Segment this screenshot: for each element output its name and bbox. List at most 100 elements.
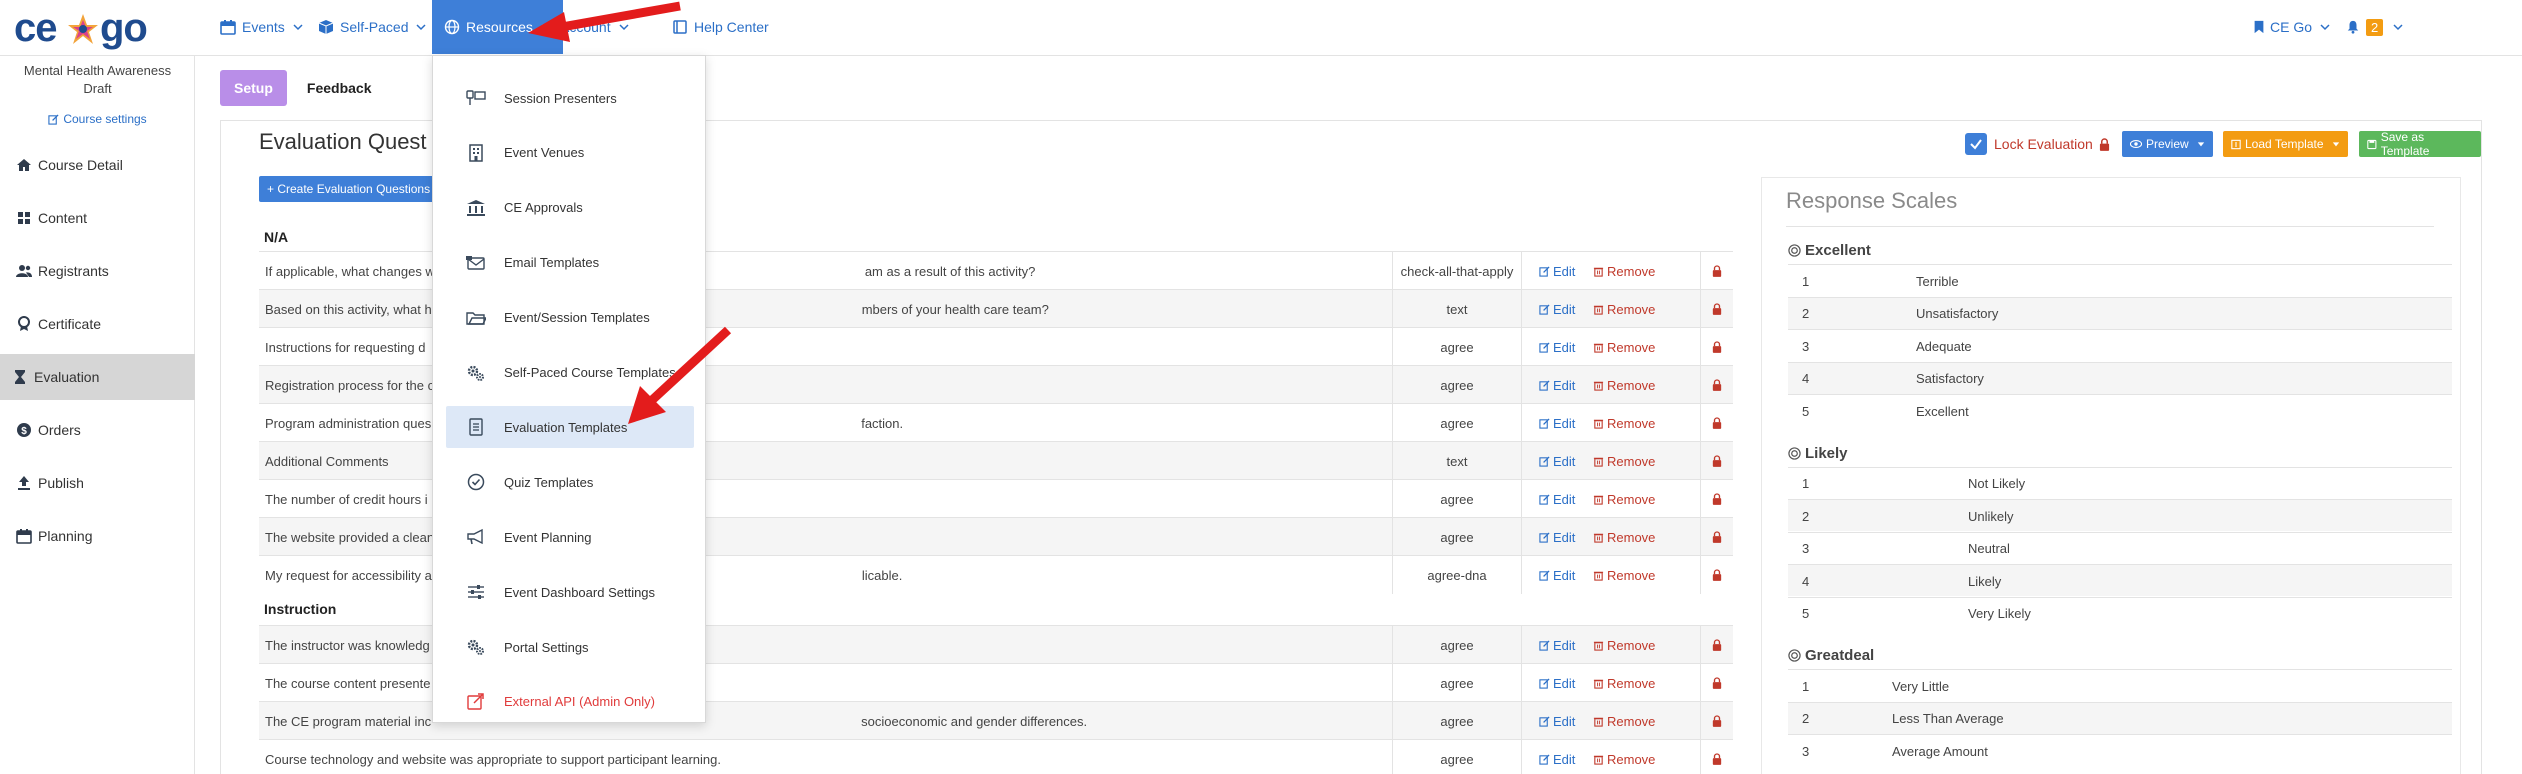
menu-item-event-session-templates[interactable]: Event/Session Templates	[446, 297, 694, 339]
menu-item-label: Event/Session Templates	[504, 310, 650, 326]
menu-item-evaluation-templates[interactable]: Evaluation Templates	[446, 406, 694, 449]
edit-question-button[interactable]: Edit	[1539, 442, 1575, 480]
edit-question-button[interactable]: Edit	[1539, 556, 1575, 594]
lock-icon	[1712, 265, 1722, 277]
course-settings-link[interactable]: Course settings	[0, 112, 195, 126]
edit-icon	[48, 113, 59, 125]
nav-events[interactable]: Events	[220, 0, 303, 54]
edit-question-button[interactable]: Edit	[1539, 366, 1575, 404]
edit-question-button[interactable]: Edit	[1539, 290, 1575, 328]
target-icon	[1788, 446, 1801, 460]
scale-value: 1	[1802, 273, 1810, 289]
sidebar-item-content[interactable]: Content	[0, 195, 195, 241]
remove-question-button[interactable]: Remove	[1593, 366, 1655, 404]
remove-question-button[interactable]: Remove	[1593, 556, 1655, 594]
sidebar-item-orders[interactable]: $ Orders	[0, 407, 195, 453]
tab-feedback[interactable]: Feedback	[293, 70, 386, 106]
edit-question-button[interactable]: Edit	[1539, 626, 1575, 664]
menu-item-external-api-admin-only[interactable]: External API (Admin Only)	[446, 681, 694, 723]
lock-icon	[1712, 677, 1722, 689]
course-settings-label: Course settings	[63, 112, 147, 126]
question-text-start: The number of credit hours i	[265, 491, 428, 507]
preview-button[interactable]: Preview	[2122, 131, 2213, 157]
scale-label: Very Likely	[1968, 606, 2031, 621]
box-icon	[318, 20, 334, 34]
trash-icon	[1593, 641, 1604, 651]
scale-label: Terrible	[1916, 273, 1959, 289]
save-as-template-button[interactable]: Save as Template	[2359, 130, 2481, 158]
edit-question-button[interactable]: Edit	[1539, 740, 1575, 774]
remove-question-button[interactable]: Remove	[1593, 480, 1655, 518]
remove-question-button[interactable]: Remove	[1593, 252, 1655, 290]
scale-row: 1 Not Likely	[1788, 466, 2452, 499]
edit-label: Edit	[1553, 377, 1576, 393]
menu-item-portal-settings[interactable]: Portal Settings	[446, 626, 694, 668]
scale-name: Excellent	[1805, 242, 1871, 259]
edit-question-button[interactable]: Edit	[1539, 702, 1575, 740]
edit-label: Edit	[1553, 713, 1576, 729]
nav-resources[interactable]: Resources	[432, 0, 563, 54]
scale-label: Unlikely	[1968, 508, 2014, 524]
menu-item-quiz-templates[interactable]: Quiz Templates	[446, 461, 694, 503]
users-icon	[16, 265, 32, 277]
ce-go-logo[interactable]: ce go	[14, 4, 154, 52]
remove-question-button[interactable]: Remove	[1593, 404, 1655, 442]
remove-question-button[interactable]: Remove	[1593, 702, 1655, 740]
sidebar-item-publish[interactable]: Publish	[0, 460, 195, 506]
menu-item-email-templates[interactable]: Email Templates	[446, 242, 694, 284]
menu-item-self-paced-course-templates[interactable]: Self-Paced Course Templates	[446, 352, 694, 394]
remove-question-button[interactable]: Remove	[1593, 290, 1655, 328]
question-text-start: Course technology and website was approp…	[265, 751, 721, 767]
question-lock	[1700, 626, 1733, 664]
question-text-start: The course content presente	[265, 675, 431, 691]
nav-notifications[interactable]: 2	[2346, 0, 2403, 54]
lock-evaluation-checkbox[interactable]	[1965, 133, 1987, 155]
remove-label: Remove	[1607, 263, 1656, 279]
remove-question-button[interactable]: Remove	[1593, 328, 1655, 366]
load-template-button[interactable]: Load Template	[2223, 131, 2348, 157]
edit-question-button[interactable]: Edit	[1539, 328, 1575, 366]
cogs-icon	[467, 639, 484, 655]
edit-question-button[interactable]: Edit	[1539, 404, 1575, 442]
remove-label: Remove	[1607, 751, 1656, 767]
scale-value: 3	[1802, 541, 1810, 556]
tab-setup[interactable]: Setup	[220, 70, 287, 106]
sidebar-item-certificate[interactable]: Certificate	[0, 301, 195, 347]
edit-icon	[1539, 493, 1550, 505]
edit-question-button[interactable]: Edit	[1539, 480, 1575, 518]
edit-label: Edit	[1553, 491, 1576, 507]
menu-item-session-presenters[interactable]: Session Presenters	[446, 77, 694, 119]
edit-question-button[interactable]: Edit	[1539, 664, 1575, 702]
remove-question-button[interactable]: Remove	[1593, 626, 1655, 664]
sidebar-item-planning[interactable]: Planning	[0, 513, 195, 559]
sidebar-item-course-detail[interactable]: Course Detail	[0, 142, 195, 188]
sidebar-item-label: Publish	[38, 475, 84, 491]
menu-item-label: Event Venues	[504, 145, 585, 161]
menu-item-event-planning[interactable]: Event Planning	[446, 516, 694, 558]
menu-item-event-venues[interactable]: Event Venues	[446, 132, 694, 174]
edit-label: Edit	[1553, 675, 1576, 691]
nav-self-paced[interactable]: Self-Paced	[318, 0, 427, 54]
nav-help-center[interactable]: Help Center	[672, 0, 769, 54]
remove-question-button[interactable]: Remove	[1593, 740, 1655, 774]
question-text: The course content presente	[265, 664, 431, 702]
menu-item-ce-approvals[interactable]: CE Approvals	[446, 187, 694, 229]
scale-value: 3	[1802, 338, 1810, 354]
nav-account[interactable]: Account	[560, 0, 629, 54]
menu-item-event-dashboard-settings[interactable]: Event Dashboard Settings	[446, 571, 694, 613]
menu-item-label: Session Presenters	[504, 90, 617, 106]
remove-question-button[interactable]: Remove	[1593, 442, 1655, 480]
question-type: agree	[1392, 664, 1522, 702]
question-text: The number of credit hours i	[265, 480, 428, 518]
remove-question-button[interactable]: Remove	[1593, 518, 1655, 556]
remove-label: Remove	[1607, 491, 1656, 507]
nav-ce-go[interactable]: CE Go	[2252, 0, 2330, 54]
edit-question-button[interactable]: Edit	[1539, 518, 1575, 556]
sidebar-item-evaluation[interactable]: Evaluation	[0, 354, 195, 400]
sidebar-item-registrants[interactable]: Registrants	[0, 248, 195, 294]
remove-label: Remove	[1607, 377, 1656, 393]
menu-item-label: Evaluation Templates	[504, 419, 628, 435]
create-evaluation-questions-button[interactable]: + Create Evaluation Questions	[259, 176, 439, 202]
remove-question-button[interactable]: Remove	[1593, 664, 1655, 702]
edit-question-button[interactable]: Edit	[1539, 252, 1575, 290]
